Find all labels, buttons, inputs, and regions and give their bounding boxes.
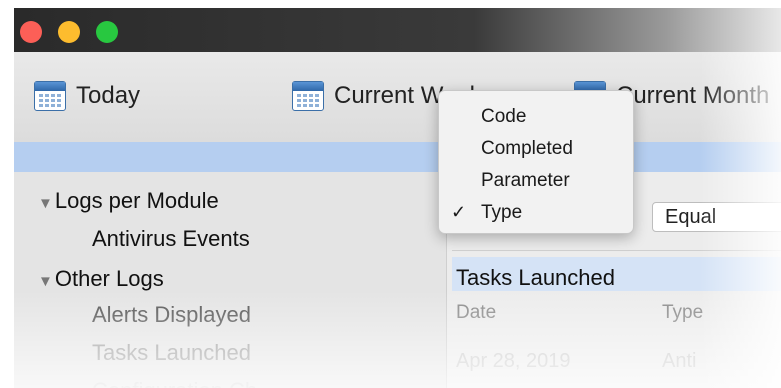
today-button[interactable]: Today	[34, 76, 140, 116]
sidebar-group-label: Other Logs	[54, 266, 164, 291]
sidebar-item-tasks-launched[interactable]: Tasks Launched	[92, 340, 251, 366]
menu-item-parameter[interactable]: Parameter	[439, 165, 633, 197]
operator-select[interactable]: Equal	[652, 202, 781, 232]
divider	[452, 250, 781, 251]
calendar-icon	[292, 81, 324, 111]
menu-item-label: Parameter	[481, 170, 570, 191]
minimize-window-button[interactable]	[58, 21, 80, 43]
menu-item-label: Completed	[481, 138, 573, 159]
menu-item-label: Code	[481, 106, 527, 127]
column-header-type[interactable]: Type	[662, 302, 703, 324]
column-header-date[interactable]: Date	[456, 302, 496, 324]
title-bar	[14, 8, 781, 52]
calendar-icon	[34, 81, 66, 111]
checkmark-icon: ✓	[451, 202, 467, 222]
table-cell-date[interactable]: Apr 28, 2019	[456, 350, 571, 373]
sidebar: ▼Logs per Module Antivirus Events ▼Other…	[14, 142, 446, 388]
app-window: Today Current Week Current Month ▼Logs p…	[14, 8, 781, 388]
sidebar-item-alerts-displayed[interactable]: Alerts Displayed	[92, 302, 251, 328]
sidebar-group-logs-per-module[interactable]: ▼Logs per Module	[38, 188, 219, 214]
today-label: Today	[76, 82, 141, 109]
sidebar-item-configuration[interactable]: Configuration Ch	[92, 378, 257, 388]
sidebar-item-label: Alerts Displayed	[92, 302, 251, 327]
sidebar-item-antivirus-events[interactable]: Antivirus Events	[92, 226, 250, 252]
sidebar-selected-row[interactable]	[14, 142, 446, 172]
menu-item-code[interactable]: Code	[439, 101, 633, 133]
menu-item-label: Type	[481, 202, 523, 223]
table-cell-type[interactable]: Anti	[662, 350, 696, 373]
sidebar-item-label: Antivirus Events	[92, 226, 250, 251]
disclosure-triangle-icon[interactable]: ▼	[38, 273, 53, 290]
current-month-label: Current Month	[616, 82, 770, 109]
sidebar-group-other-logs[interactable]: ▼Other Logs	[38, 266, 164, 292]
menu-item-type[interactable]: ✓ Type	[439, 197, 633, 229]
zoom-window-button[interactable]	[96, 21, 118, 43]
toolbar: Today Current Week Current Month	[14, 52, 781, 142]
sidebar-item-label: Tasks Launched	[92, 340, 251, 365]
sidebar-group-label: Logs per Module	[54, 188, 219, 213]
menu-item-completed[interactable]: Completed	[439, 133, 633, 165]
close-window-button[interactable]	[20, 21, 42, 43]
sidebar-item-label: Configuration Ch	[92, 378, 257, 388]
disclosure-triangle-icon[interactable]: ▼	[38, 195, 53, 212]
column-dropdown-menu: Code Completed Parameter ✓ Type	[438, 90, 634, 234]
section-title: Tasks Launched	[452, 257, 781, 291]
